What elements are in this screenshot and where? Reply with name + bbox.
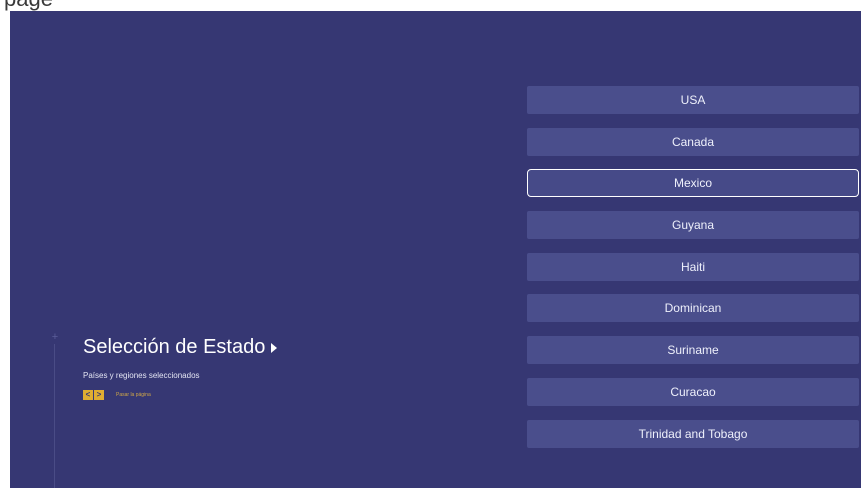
- page-header: page: [0, 0, 861, 11]
- page-title: Selección de Estado: [83, 336, 266, 358]
- title-row: Selección de Estado: [83, 336, 278, 359]
- country-option-haiti[interactable]: Haiti: [527, 253, 859, 281]
- country-option-mexico[interactable]: Mexico: [527, 169, 859, 197]
- country-option-dominican[interactable]: Dominican: [527, 294, 859, 322]
- tv-screen: + Selección de Estado Países y regiones …: [10, 11, 861, 488]
- hint-text: Pasar la página: [116, 392, 151, 398]
- country-option-guyana[interactable]: Guyana: [527, 211, 859, 239]
- caret-right-icon: [271, 342, 278, 353]
- page-hint: < > Pasar la página: [83, 390, 151, 400]
- chevron-right-icon[interactable]: >: [94, 390, 104, 400]
- country-option-canada[interactable]: Canada: [527, 128, 859, 156]
- page-header-text: page: [4, 0, 53, 11]
- country-option-suriname[interactable]: Suriname: [527, 336, 859, 364]
- page-subtitle: Países y regiones seleccionados: [83, 371, 200, 380]
- timeline-line: [54, 344, 55, 488]
- country-option-trinidad-and-tobago[interactable]: Trinidad and Tobago: [527, 420, 859, 448]
- country-option-usa[interactable]: USA: [527, 86, 859, 114]
- plus-icon: +: [51, 331, 59, 343]
- chevron-left-icon[interactable]: <: [83, 390, 93, 400]
- country-option-curacao[interactable]: Curacao: [527, 378, 859, 406]
